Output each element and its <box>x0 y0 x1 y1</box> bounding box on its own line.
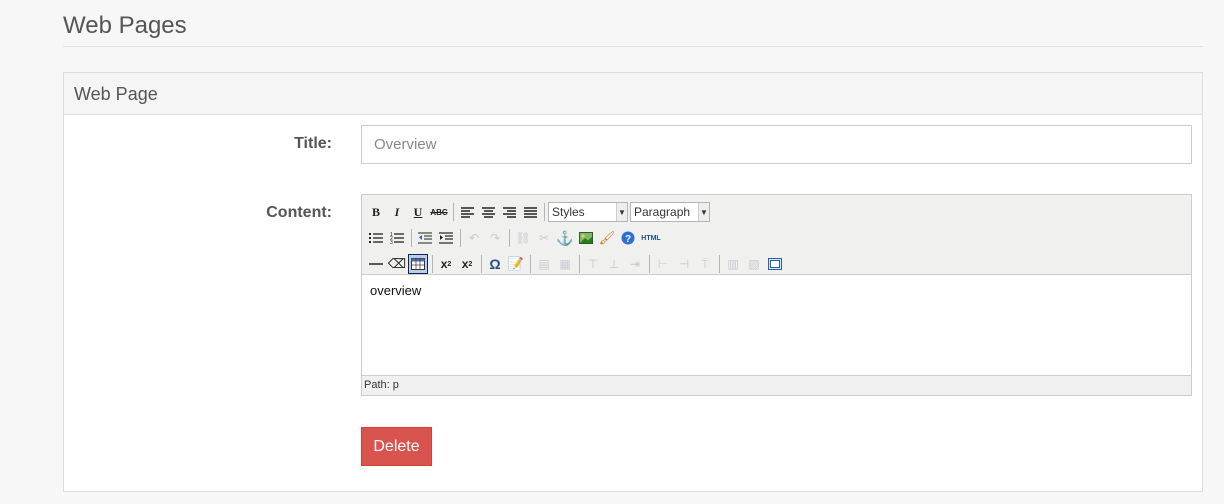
panel-heading: Web Page <box>64 73 1202 115</box>
toolbar-separator <box>509 229 510 247</box>
svg-text:3: 3 <box>390 240 393 244</box>
web-page-panel: Web Page Title: Overview Content: B I U … <box>63 72 1203 492</box>
split-cells-icon[interactable]: ▥ <box>723 254 743 274</box>
bold-icon[interactable]: B <box>366 202 386 222</box>
rich-text-editor: B I U ABC Styles ▼ Paragraph ▼ 123 ↶ ↷ ⛓… <box>361 194 1192 396</box>
toolbar-row-1: B I U ABC Styles ▼ Paragraph ▼ <box>366 199 1191 225</box>
outdent-icon[interactable] <box>415 228 435 248</box>
page-title: Web Pages <box>63 12 187 39</box>
redo-icon[interactable]: ↷ <box>485 228 505 248</box>
strikethrough-icon[interactable]: ABC <box>429 202 449 222</box>
svg-text:?: ? <box>625 234 631 245</box>
delete-button[interactable]: Delete <box>361 427 432 466</box>
editor-status-bar: Path: p <box>362 375 1191 395</box>
chevron-down-icon: ▼ <box>698 203 709 221</box>
insert-row-before-icon[interactable]: ⊤ <box>583 254 603 274</box>
toolbar-separator <box>460 229 461 247</box>
title-divider <box>63 46 1203 47</box>
toolbar-separator <box>411 229 412 247</box>
link-icon[interactable]: ⛓ <box>513 228 533 248</box>
align-left-icon[interactable] <box>457 202 477 222</box>
editor-content-area[interactable]: overview <box>362 275 1191 375</box>
toolbar-separator <box>481 255 482 273</box>
editor-toolbar: B I U ABC Styles ▼ Paragraph ▼ 123 ↶ ↷ ⛓… <box>362 195 1191 275</box>
styles-select[interactable]: Styles ▼ <box>548 202 628 222</box>
toolbar-row-3: ⌫ x2 x2 Ω 📝 ▤ ▦ ⊤ ⊥ ⇥ ⊢ ⊣ ⍑ ▥ ▧ <box>366 251 1191 277</box>
unlink-icon[interactable]: ✂ <box>534 228 554 248</box>
numbered-list-icon[interactable]: 123 <box>387 228 407 248</box>
toolbar-separator <box>432 255 433 273</box>
format-select-label: Paragraph <box>634 205 691 219</box>
italic-icon[interactable]: I <box>387 202 407 222</box>
image-icon[interactable] <box>576 228 596 248</box>
title-label: Title: <box>294 135 332 152</box>
underline-icon[interactable]: U <box>408 202 428 222</box>
toolbar-separator <box>719 255 720 273</box>
title-input[interactable]: Overview <box>361 125 1192 164</box>
toolbar-row-2: 123 ↶ ↷ ⛓ ✂ ⚓ 🖌 ? HTML <box>366 225 1191 251</box>
insert-column-before-icon[interactable]: ⊢ <box>653 254 673 274</box>
table-icon[interactable] <box>408 254 428 274</box>
styles-select-label: Styles <box>552 205 585 219</box>
toolbar-separator <box>544 203 545 221</box>
delete-column-icon[interactable]: ⍑ <box>695 254 715 274</box>
cell-properties-icon[interactable]: ▦ <box>555 254 575 274</box>
content-label: Content: <box>266 204 332 221</box>
insert-row-after-icon[interactable]: ⊥ <box>604 254 624 274</box>
align-justify-icon[interactable] <box>520 202 540 222</box>
special-character-icon[interactable]: Ω <box>485 254 505 274</box>
merge-cells-icon[interactable]: ▧ <box>744 254 764 274</box>
editor-content-text: overview <box>370 283 422 298</box>
chevron-down-icon: ▼ <box>616 203 627 221</box>
subscript-icon[interactable]: x2 <box>436 254 456 274</box>
undo-icon[interactable]: ↶ <box>464 228 484 248</box>
html-source-icon[interactable]: HTML <box>639 228 663 248</box>
align-right-icon[interactable] <box>499 202 519 222</box>
toolbar-separator <box>579 255 580 273</box>
insert-column-after-icon[interactable]: ⊣ <box>674 254 694 274</box>
delete-row-icon[interactable]: ⇥ <box>625 254 645 274</box>
visual-aid-icon[interactable] <box>765 254 785 274</box>
cleanup-icon[interactable]: 🖌 <box>597 228 617 248</box>
indent-icon[interactable] <box>436 228 456 248</box>
help-icon[interactable]: ? <box>618 228 638 248</box>
align-center-icon[interactable] <box>478 202 498 222</box>
toolbar-separator <box>453 203 454 221</box>
format-select[interactable]: Paragraph ▼ <box>630 202 710 222</box>
toolbar-separator <box>649 255 650 273</box>
row-properties-icon[interactable]: ▤ <box>534 254 554 274</box>
toolbar-separator <box>530 255 531 273</box>
edit-attributes-icon[interactable]: 📝 <box>506 254 526 274</box>
bullet-list-icon[interactable] <box>366 228 386 248</box>
editor-path: Path: p <box>364 379 399 391</box>
horizontal-rule-icon[interactable] <box>366 254 386 274</box>
eraser-icon[interactable]: ⌫ <box>387 254 407 274</box>
superscript-icon[interactable]: x2 <box>457 254 477 274</box>
anchor-icon[interactable]: ⚓ <box>555 228 575 248</box>
